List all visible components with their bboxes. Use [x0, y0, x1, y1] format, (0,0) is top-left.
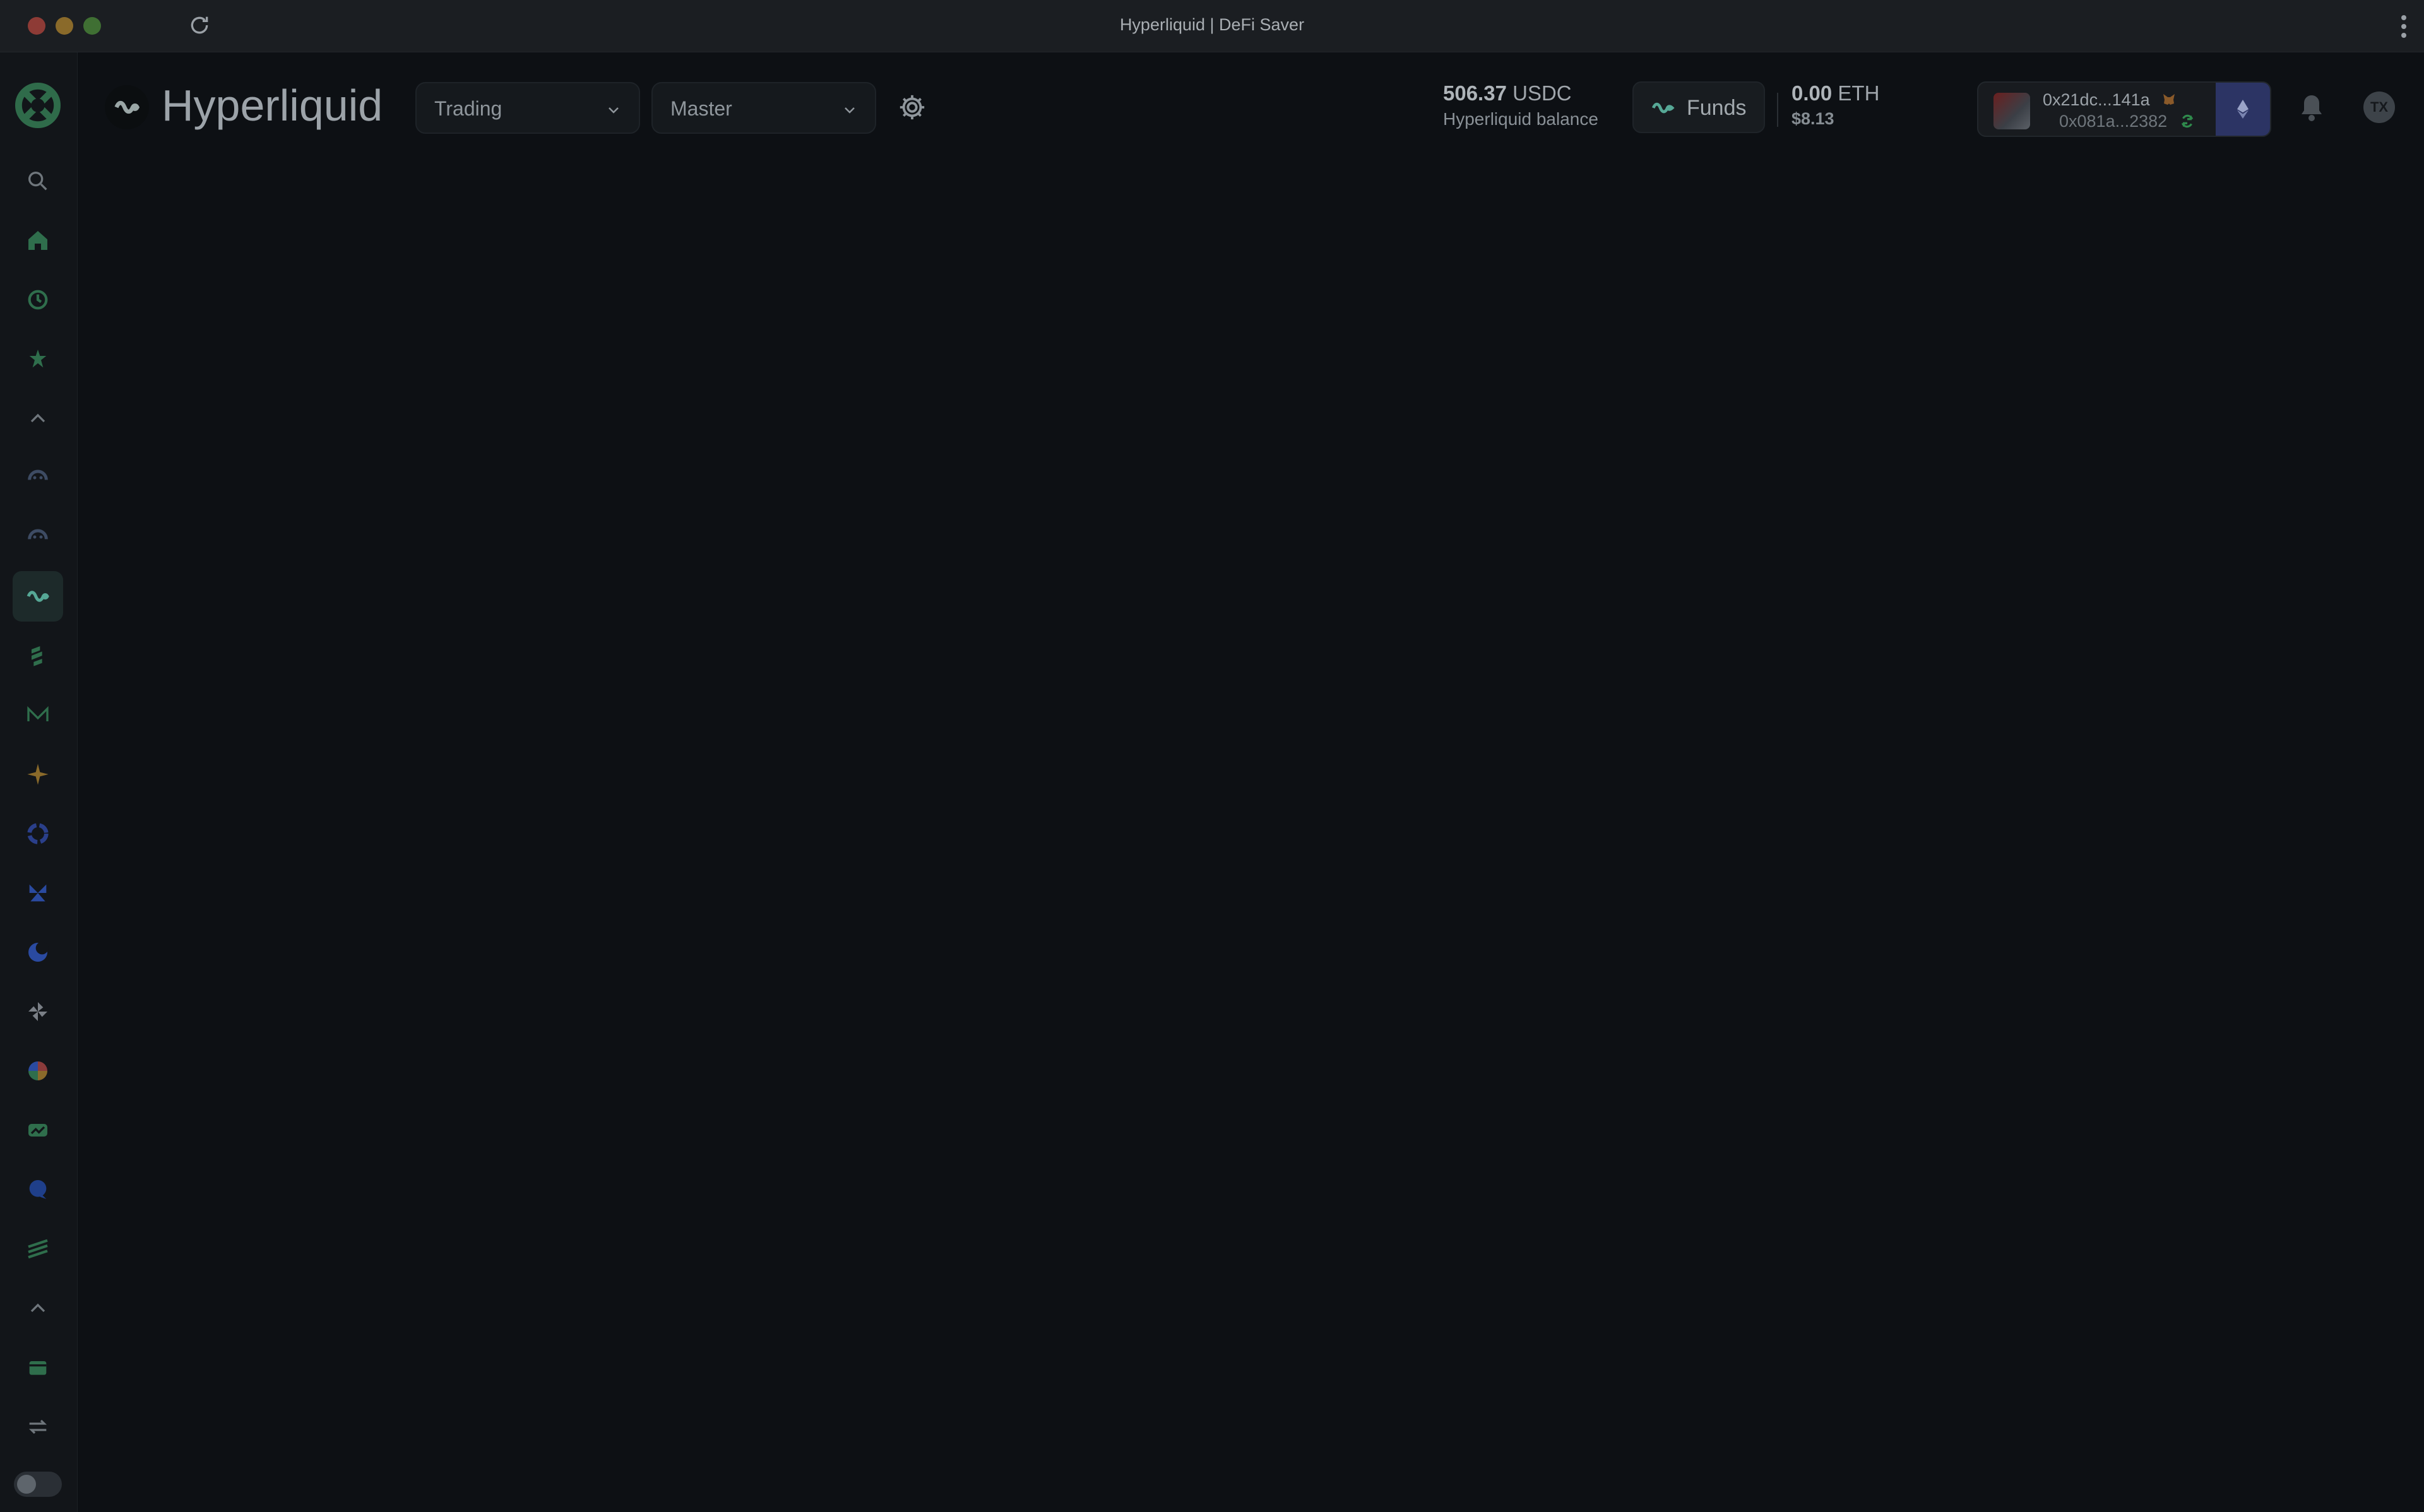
hyperliquid-balance: 506.37 USDC Hyperliquid balance — [1443, 81, 1598, 129]
account-dropdown[interactable]: Master — [651, 82, 876, 134]
protocol-star-icon[interactable] — [13, 749, 63, 800]
account-dropdown-value: Master — [670, 97, 732, 120]
balance-amount: 506.37 — [1443, 81, 1507, 105]
eth-balance: 0.00 ETH $8.13 — [1791, 81, 1879, 129]
protocol-chat-icon[interactable] — [13, 1164, 63, 1215]
protocol-v4-icon[interactable] — [13, 512, 63, 562]
more-menu-icon[interactable] — [2400, 14, 2408, 39]
sidebar — [0, 52, 78, 1512]
protocol-ring-icon[interactable] — [13, 808, 63, 859]
network-selector[interactable] — [2216, 83, 2270, 136]
metamask-fox-icon — [2163, 94, 2175, 105]
ethereum-icon — [2237, 100, 2249, 119]
chevron-down-icon — [609, 107, 619, 114]
page-header: Hyperliquid Trading Master 506.37 USDC H… — [77, 52, 2424, 163]
protocol-stack-icon[interactable] — [13, 630, 63, 681]
funds-button-label: Funds — [1687, 96, 1747, 120]
protocol-chart-icon[interactable] — [13, 1105, 63, 1155]
protocol-butterfly-icon[interactable] — [13, 868, 63, 918]
theme-toggle[interactable] — [14, 1472, 62, 1497]
home-icon[interactable] — [13, 215, 63, 266]
avatar — [1993, 93, 2030, 129]
wallet-button[interactable]: 0x21dc...141a 0x081a...2382 — [1977, 81, 2271, 137]
recent-icon[interactable] — [13, 275, 63, 325]
protocol-pie-icon[interactable] — [13, 1046, 63, 1096]
protocol-v3-icon[interactable] — [13, 452, 63, 503]
simulation-icon[interactable] — [13, 334, 63, 384]
notifications-bell-icon[interactable] — [2296, 92, 2327, 124]
wallet-icon[interactable] — [13, 1342, 63, 1393]
search-icon[interactable] — [13, 156, 63, 206]
swap-icon[interactable] — [13, 1402, 63, 1452]
window-title: Hyperliquid | DeFi Saver — [1119, 15, 1305, 34]
eth-amount: 0.00 — [1791, 81, 1833, 105]
page-title: Hyperliquid — [162, 81, 383, 130]
window-titlebar: Hyperliquid | DeFi Saver — [0, 0, 2424, 52]
balance-label: Hyperliquid balance — [1443, 109, 1598, 129]
protocol-pinwheel-icon[interactable] — [13, 986, 63, 1037]
settings-icon[interactable] — [898, 93, 927, 122]
app-logo-icon[interactable] — [13, 80, 63, 131]
mode-dropdown-value: Trading — [434, 97, 502, 120]
sync-icon — [2181, 114, 2194, 128]
mode-dropdown[interactable]: Trading — [415, 82, 640, 134]
protocol-crescent-icon[interactable] — [13, 927, 63, 977]
hyperliquid-logo-icon — [105, 85, 149, 129]
hyperliquid-icon — [1651, 102, 1675, 114]
wallet-address-secondary: 0x081a...2382 — [2059, 112, 2168, 131]
eth-usd-value: $8.13 — [1791, 109, 1834, 128]
chevron-down-icon — [845, 107, 855, 114]
collapse-up-icon[interactable] — [13, 1283, 63, 1333]
funds-button[interactable]: Funds — [1632, 81, 1765, 133]
protocol-m-icon[interactable] — [13, 690, 63, 740]
protocol-stripes-icon[interactable] — [13, 1224, 63, 1274]
collapse-up-icon[interactable] — [13, 393, 63, 444]
transactions-button[interactable]: TX — [2363, 92, 2395, 123]
hyperliquid-icon[interactable] — [13, 571, 63, 622]
header-divider — [1777, 93, 1778, 127]
eth-unit: ETH — [1838, 81, 1880, 105]
balance-unit: USDC — [1512, 81, 1572, 105]
wallet-address-primary: 0x21dc...141a — [2043, 90, 2150, 109]
